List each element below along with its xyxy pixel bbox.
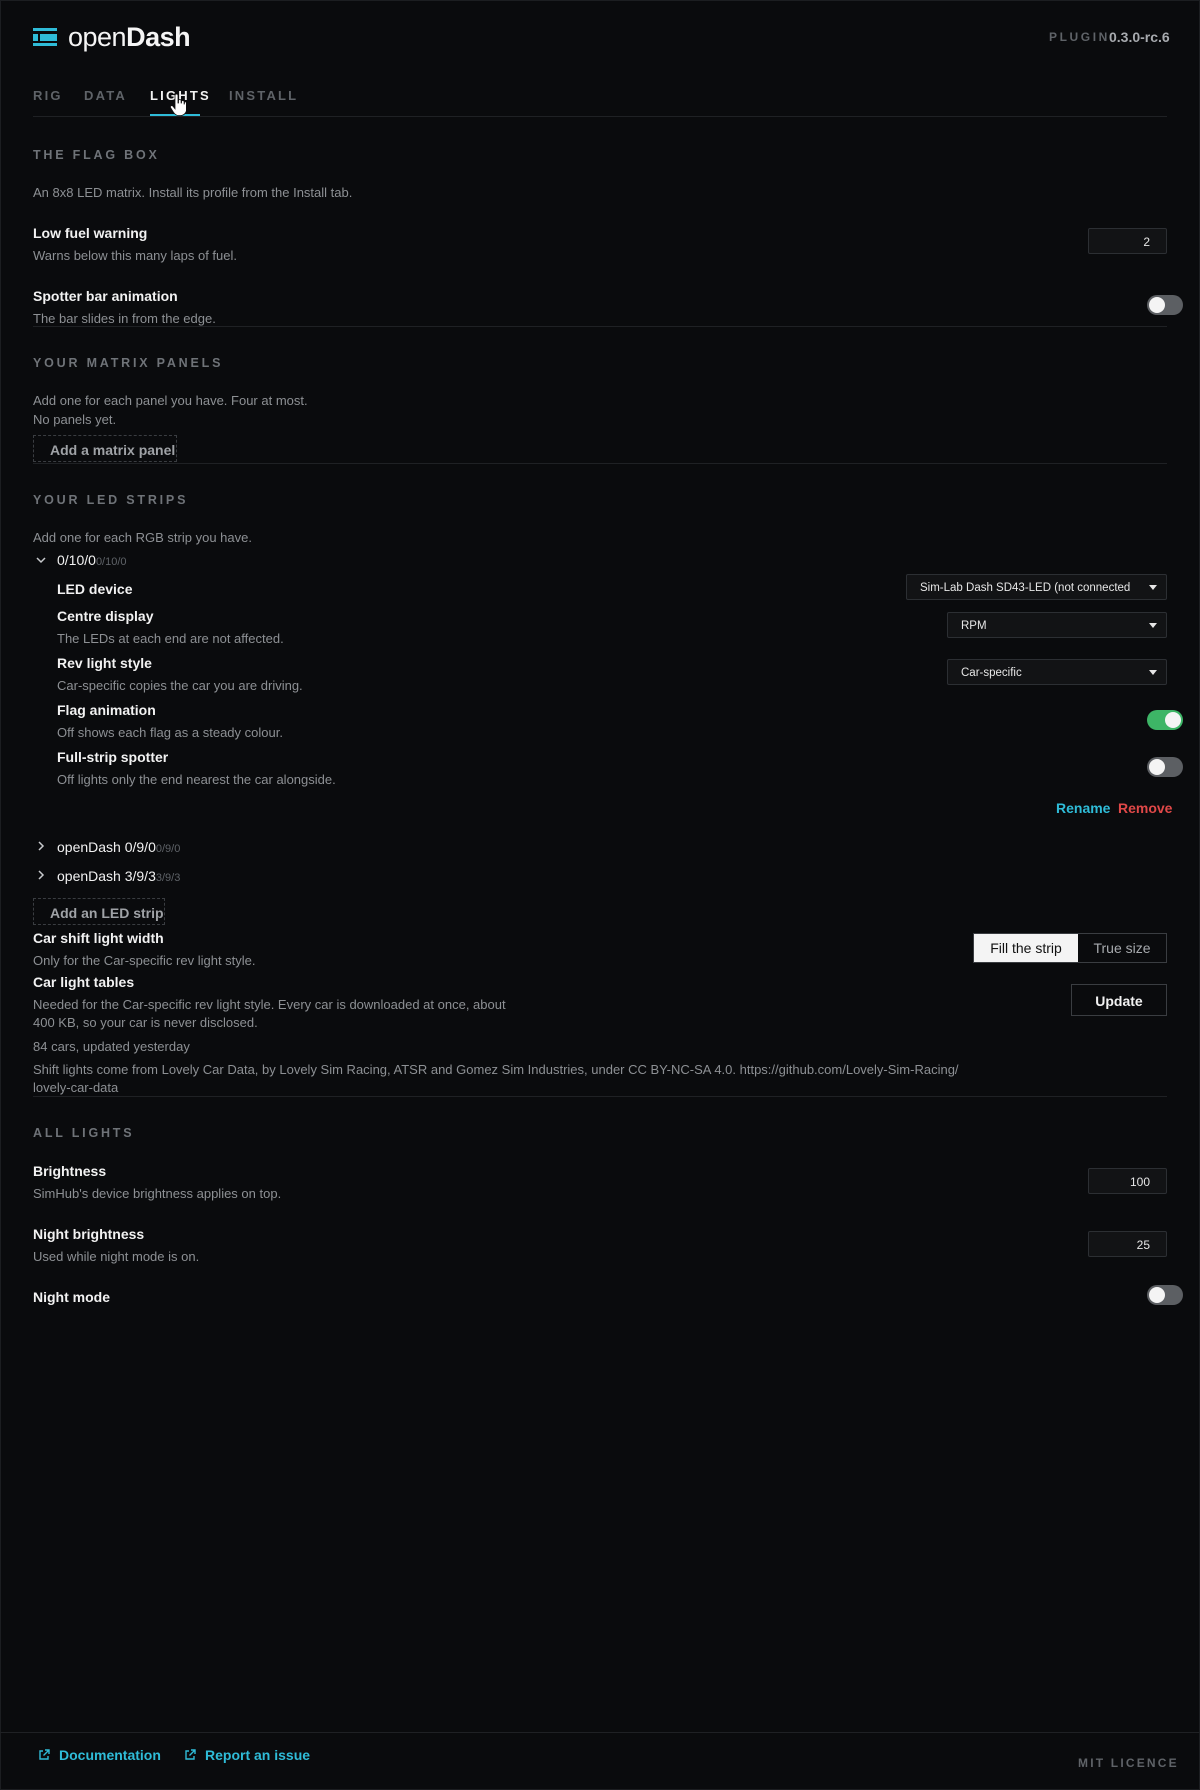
spotter-anim-label: Spotter bar animation [33,288,178,304]
spotter-anim-toggle[interactable] [1147,295,1183,315]
external-link-icon [39,1749,50,1760]
led-device-value: Sim-Lab Dash SD43-LED (not connected [920,582,1131,594]
hand-cursor-icon [170,94,186,116]
section-title-strips: YOUR LED STRIPS [33,493,189,507]
section-divider [33,463,1167,464]
car-tables-credit-2: lovely-car-data [33,1080,119,1095]
led-device-select[interactable]: Sim-Lab Dash SD43-LED (not connected [906,574,1167,600]
full-spotter-label: Full-strip spotter [57,749,169,765]
tab-data[interactable]: DATA [84,88,127,103]
caret-down-icon [1149,585,1157,590]
chevron-right-icon[interactable] [35,869,47,881]
strip-name: 0/10/0 [57,552,96,568]
section-title-all-lights: ALL LIGHTS [33,1126,135,1140]
caret-down-icon [1149,670,1157,675]
rev-style-desc: Car-specific copies the car you are driv… [57,678,303,693]
brightness-input[interactable]: 100 [1088,1168,1167,1194]
shift-width-desc: Only for the Car-specific rev light styl… [33,953,256,968]
flag-anim-toggle[interactable] [1147,710,1183,730]
chevron-down-icon[interactable] [35,554,47,566]
section-title-flag-box: THE FLAG BOX [33,148,160,162]
brightness-desc: SimHub's device brightness applies on to… [33,1186,282,1201]
shift-width-label: Car shift light width [33,930,164,946]
add-matrix-panel-button[interactable]: Add a matrix panel [33,435,177,462]
centre-display-select[interactable]: RPM [947,612,1167,638]
licence-label[interactable]: MIT LICENCE [1078,1756,1179,1770]
external-link-icon [185,1749,196,1760]
strip-header-0-9-0[interactable]: openDash 0/9/00/9/0 [57,839,180,857]
update-tables-button[interactable]: Update [1071,984,1167,1016]
app-frame [0,0,1200,1790]
strip-sub: 0/9/0 [155,843,181,855]
true-size-option[interactable]: True size [1078,934,1166,962]
full-spotter-toggle[interactable] [1147,757,1183,777]
rev-style-value: Car-specific [961,667,1022,679]
night-brightness-desc: Used while night mode is on. [33,1249,200,1264]
section-divider [33,326,1167,327]
brand-logo: openDash [68,22,191,52]
low-fuel-label: Low fuel warning [33,225,148,241]
matrix-empty: No panels yet. [33,412,117,427]
centre-display-desc: The LEDs at each end are not affected. [57,631,284,646]
car-tables-label: Car light tables [33,974,135,990]
low-fuel-desc: Warns below this many laps of fuel. [33,248,237,263]
night-mode-label: Night mode [33,1289,110,1305]
brightness-label: Brightness [33,1163,107,1179]
strip-header-0-10-0[interactable]: 0/10/00/10/0 [57,552,127,570]
strip-header-3-9-3[interactable]: openDash 3/9/33/9/3 [57,868,180,886]
strips-intro: Add one for each RGB strip you have. [33,530,252,545]
flag-anim-label: Flag animation [57,702,156,718]
car-tables-desc-2: 400 KB, so your car is never disclosed. [33,1015,258,1030]
strip-name: openDash 3/9/3 [57,868,156,884]
plugin-version: 0.3.0-rc.6 [1109,29,1170,45]
add-led-strip-button[interactable]: Add an LED strip [33,898,165,925]
night-brightness-input[interactable]: 25 [1088,1231,1167,1257]
documentation-link[interactable]: Documentation [59,1747,161,1763]
flag-box-intro: An 8x8 LED matrix. Install its profile f… [33,185,353,200]
strip-sub: 0/10/0 [95,556,127,568]
rev-style-select[interactable]: Car-specific [947,659,1167,685]
centre-display-label: Centre display [57,608,154,624]
tabs-divider [33,116,1167,117]
night-mode-toggle[interactable] [1147,1285,1183,1305]
logo-icon [33,28,57,46]
rev-style-label: Rev light style [57,655,152,671]
plugin-label: PLUGIN [1049,30,1110,44]
matrix-intro: Add one for each panel you have. Four at… [33,393,308,408]
fill-strip-option[interactable]: Fill the strip [974,934,1078,962]
section-divider [33,1096,1167,1097]
strip-name: openDash 0/9/0 [57,839,156,855]
strip-sub: 3/9/3 [155,872,181,884]
centre-display-value: RPM [961,620,987,632]
spotter-anim-desc: The bar slides in from the edge. [33,311,216,326]
tab-install[interactable]: INSTALL [229,88,298,103]
flag-anim-desc: Off shows each flag as a steady colour. [57,725,283,740]
chevron-right-icon[interactable] [35,840,47,852]
section-title-matrix: YOUR MATRIX PANELS [33,356,224,370]
footer-divider [0,1732,1200,1733]
full-spotter-desc: Off lights only the end nearest the car … [57,772,336,787]
car-tables-credit-1: Shift lights come from Lovely Car Data, … [33,1062,959,1077]
shift-width-segmented: Fill the strip True size [973,933,1167,963]
low-fuel-input[interactable]: 2 [1088,228,1167,254]
night-brightness-label: Night brightness [33,1226,145,1242]
caret-down-icon [1149,623,1157,628]
tab-rig[interactable]: RIG [33,88,63,103]
led-device-label: LED device [57,581,133,597]
car-tables-desc-1: Needed for the Car-specific rev light st… [33,997,506,1012]
remove-strip-button[interactable]: Remove [1118,800,1172,816]
report-issue-link[interactable]: Report an issue [205,1747,310,1763]
rename-strip-button[interactable]: Rename [1056,800,1110,816]
car-tables-status: 84 cars, updated yesterday [33,1039,190,1054]
